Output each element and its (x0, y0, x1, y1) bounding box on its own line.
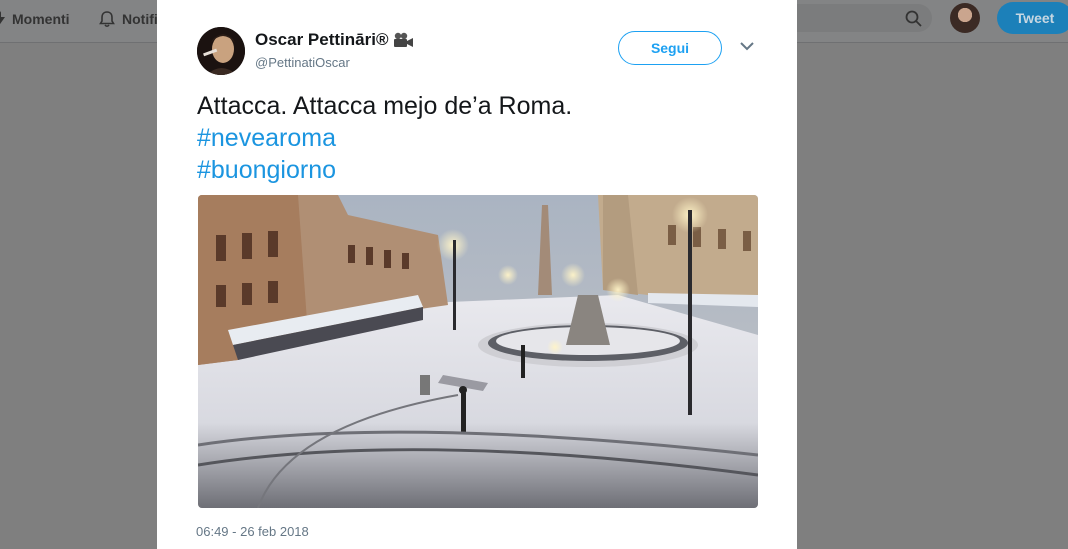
hashtag-link[interactable]: #nevearoma (197, 122, 767, 154)
lightning-icon (0, 11, 5, 25)
author-handle[interactable]: @PettinatiOscar (255, 55, 350, 70)
tweet-timestamp[interactable]: 06:49 - 26 feb 2018 (196, 524, 309, 539)
nav-notifications[interactable]: Notifi (98, 0, 158, 38)
bell-icon (99, 11, 115, 28)
movie-camera-icon (394, 32, 414, 47)
nav-notifications-label: Notifi (122, 11, 158, 27)
tweet-modal: Oscar Pettināri® @PettinatiOscar Segui A… (157, 0, 797, 549)
compose-tweet-button[interactable]: Tweet (997, 2, 1068, 34)
search-input[interactable] (780, 4, 932, 32)
author-avatar[interactable] (197, 27, 245, 75)
user-avatar[interactable] (950, 3, 980, 33)
search-icon[interactable] (905, 10, 922, 27)
follow-button[interactable]: Segui (618, 31, 722, 65)
author-name-text: Oscar Pettināri® (255, 30, 389, 49)
tweet-text: Attacca. Attacca mejo de’a Roma. #nevear… (197, 90, 767, 186)
chevron-down-icon[interactable] (740, 42, 754, 51)
tweet-body: Attacca. Attacca mejo de’a Roma. (197, 92, 573, 120)
hashtag-link[interactable]: #buongiorno (197, 154, 767, 186)
nav-moments[interactable]: Momenti (0, 0, 70, 38)
tweet-photo[interactable] (198, 195, 758, 508)
author-name[interactable]: Oscar Pettināri® (255, 30, 414, 50)
nav-moments-label: Momenti (12, 11, 70, 27)
